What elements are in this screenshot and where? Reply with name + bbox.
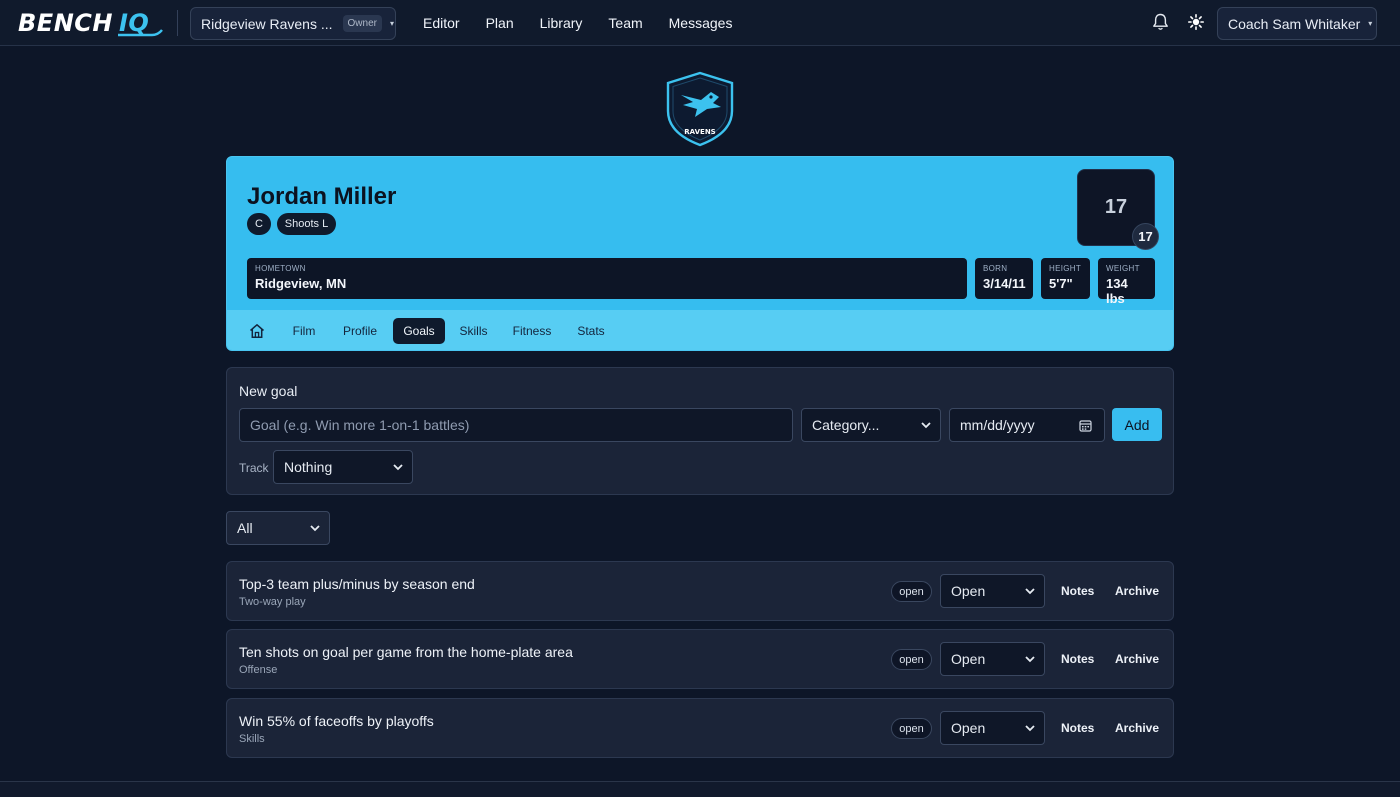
team-name: Ridgeview Ravens ... (201, 15, 333, 32)
goal-filter-select[interactable]: All (226, 511, 330, 545)
add-goal-button[interactable]: Add (1112, 408, 1162, 441)
goal-title: Win 55% of faceoffs by playoffs (239, 713, 434, 729)
goal-status-value: Open (951, 720, 986, 736)
filter-value: All (237, 520, 253, 536)
born-label: BORN (983, 264, 1008, 273)
tab-stats[interactable]: Stats (569, 318, 613, 344)
nav-editor[interactable]: Editor (423, 15, 460, 31)
bell-icon[interactable] (1152, 13, 1169, 31)
team-selector[interactable]: Ridgeview Ravens ... Owner ▾ (190, 7, 396, 40)
goal-row: Win 55% of faceoffs by playoffs Skills o… (226, 698, 1174, 758)
date-placeholder: mm/dd/yyyy (960, 417, 1035, 433)
weight-value: 134 lbs (1106, 276, 1128, 306)
caret-down-icon: ▾ (389, 19, 394, 28)
hometown-box: HOMETOWN Ridgeview, MN (247, 258, 967, 299)
tab-fitness[interactable]: Fitness (505, 318, 559, 344)
shoots-chip: Shoots L (277, 213, 336, 235)
hometown-label: HOMETOWN (255, 264, 306, 273)
nav-library[interactable]: Library (540, 15, 583, 31)
role-badge: Owner (342, 15, 382, 32)
category-select[interactable]: Category... (801, 408, 941, 442)
height-value: 5'7" (1049, 276, 1073, 291)
chevron-down-icon (1025, 656, 1035, 663)
new-goal-card: New goal Goal (e.g. Win more 1-on-1 batt… (226, 367, 1174, 495)
tab-profile[interactable]: Profile (335, 318, 385, 344)
position-chip: C (247, 213, 271, 235)
goal-category: Skills (239, 733, 265, 745)
track-label: Track (239, 461, 269, 475)
nav-divider (177, 10, 178, 36)
track-value: Nothing (284, 459, 333, 475)
chevron-down-icon (1025, 588, 1035, 595)
goal-status-value: Open (951, 651, 986, 667)
player-profile-card: Jordan Miller C Shoots L 17 17 HOMETOWN … (226, 156, 1174, 351)
chevron-down-icon (921, 422, 931, 429)
goal-status-select[interactable]: Open (940, 642, 1045, 676)
crest-text: RAVENS (684, 128, 715, 136)
archive-button[interactable]: Archive (1115, 652, 1159, 666)
goal-row: Ten shots on goal per game from the home… (226, 629, 1174, 689)
weight-label: WEIGHT (1106, 264, 1140, 273)
status-badge: open (891, 718, 932, 739)
user-menu[interactable]: Coach Sam Whitaker ▾ (1217, 7, 1377, 40)
tab-film[interactable]: Film (283, 318, 325, 344)
notes-button[interactable]: Notes (1061, 652, 1094, 666)
chevron-down-icon (393, 464, 403, 471)
goal-status-value: Open (951, 583, 986, 599)
jersey-number-badge: 17 (1132, 223, 1159, 250)
weight-box: WEIGHT 134 lbs (1098, 258, 1155, 306)
benchiq-logo[interactable]: BENCH IQ (18, 8, 163, 38)
caret-down-icon: ▾ (1368, 19, 1373, 28)
tab-goals[interactable]: Goals (393, 318, 445, 344)
player-name: Jordan Miller (247, 183, 397, 210)
home-icon[interactable] (249, 323, 265, 339)
born-box: BORN 3/14/11 (975, 258, 1033, 299)
main-nav: Editor Plan Library Team Messages (410, 0, 745, 46)
goal-title: Top-3 team plus/minus by season end (239, 576, 475, 592)
tab-skills[interactable]: Skills (451, 318, 496, 344)
team-crest: RAVENS (666, 71, 734, 147)
height-label: HEIGHT (1049, 264, 1082, 273)
born-value: 3/14/11 (983, 276, 1026, 291)
nav-messages[interactable]: Messages (669, 15, 733, 31)
category-value: Category... (812, 417, 880, 433)
status-badge: open (891, 649, 932, 670)
nav-plan[interactable]: Plan (486, 15, 514, 31)
player-tabs: Film Profile Goals Skills Fitness Stats (227, 310, 1173, 350)
archive-button[interactable]: Archive (1115, 584, 1159, 598)
chevron-down-icon (1025, 725, 1035, 732)
goal-status-select[interactable]: Open (940, 574, 1045, 608)
goal-status-select[interactable]: Open (940, 711, 1045, 745)
theme-toggle-icon[interactable] (1188, 14, 1204, 30)
notes-button[interactable]: Notes (1061, 584, 1094, 598)
archive-button[interactable]: Archive (1115, 721, 1159, 735)
footer (0, 782, 1400, 797)
track-select[interactable]: Nothing (273, 450, 413, 484)
calendar-icon[interactable] (1079, 419, 1092, 432)
goal-title: Ten shots on goal per game from the home… (239, 644, 573, 660)
logo-word: BENCH (18, 9, 113, 37)
nav-team[interactable]: Team (608, 15, 642, 31)
due-date-input[interactable]: mm/dd/yyyy (949, 408, 1105, 442)
goal-category: Offense (239, 664, 278, 676)
notes-button[interactable]: Notes (1061, 721, 1094, 735)
goal-row: Top-3 team plus/minus by season end Two-… (226, 561, 1174, 621)
new-goal-title: New goal (239, 383, 298, 399)
top-navbar: BENCH IQ Ridgeview Ravens ... Owner ▾ Ed… (0, 0, 1400, 46)
goal-category: Two-way play (239, 596, 306, 608)
logo-stick-icon (118, 29, 163, 37)
user-name: Coach Sam Whitaker (1228, 15, 1361, 32)
status-badge: open (891, 581, 932, 602)
chevron-down-icon (310, 525, 320, 532)
height-box: HEIGHT 5'7" (1041, 258, 1090, 299)
hometown-value: Ridgeview, MN (255, 276, 347, 291)
goal-input[interactable]: Goal (e.g. Win more 1-on-1 battles) (239, 408, 793, 442)
